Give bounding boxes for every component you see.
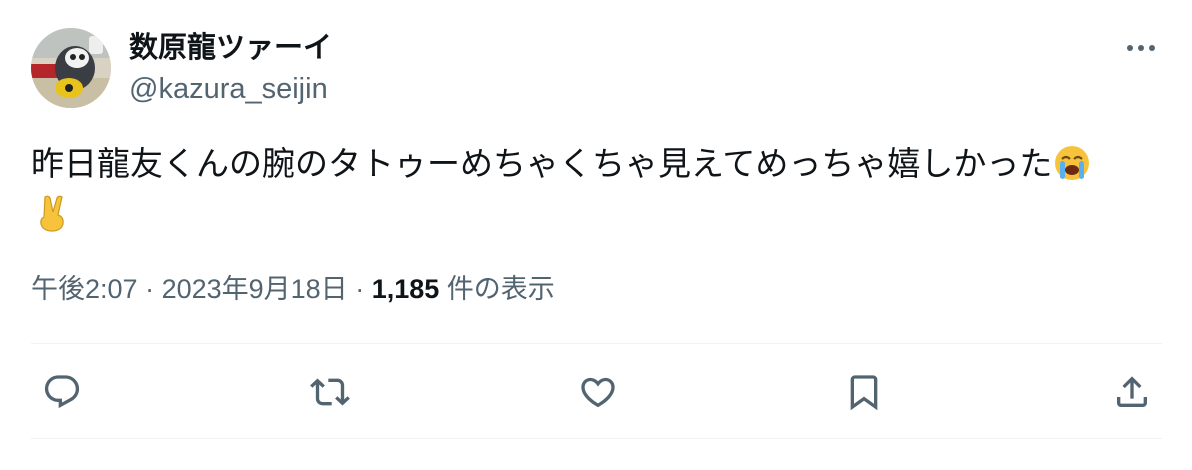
meta-separator: ·	[347, 274, 372, 304]
tweet-text: 昨日龍友くんの腕のタトゥーめちゃくちゃ見えてめっちゃ嬉しかった	[31, 140, 1141, 196]
divider	[31, 343, 1162, 344]
retweet-icon	[310, 378, 350, 406]
avatar[interactable]	[31, 28, 111, 108]
victory-hand-icon	[35, 193, 71, 238]
reply-button[interactable]	[40, 370, 84, 414]
views-count: 1,185	[371, 274, 440, 304]
tweet-body: 昨日龍友くんの腕のタトゥーめちゃくちゃ見えてめっちゃ嬉しかった	[31, 145, 1053, 182]
tweet-date[interactable]: 2023年9月18日	[162, 274, 348, 304]
retweet-button[interactable]	[308, 370, 352, 414]
tweet-meta: 午後2:07 · 2023年9月18日 · 1,185 件の表示	[31, 271, 555, 307]
tweet-card: 数原龍ツァーイ @kazura_seijin 昨日龍友くんの腕のタトゥーめちゃく…	[0, 0, 1192, 470]
handle[interactable]: @kazura_seijin	[129, 71, 332, 107]
display-name[interactable]: 数原龍ツァーイ	[129, 30, 332, 66]
tweet-time[interactable]: 午後2:07	[31, 274, 138, 304]
more-icon	[1127, 45, 1155, 51]
share-button[interactable]	[1110, 370, 1154, 414]
loudly-crying-face-icon	[1052, 143, 1092, 196]
like-button[interactable]	[576, 370, 620, 414]
divider	[31, 438, 1162, 439]
reply-icon	[44, 375, 80, 409]
like-icon	[581, 377, 615, 408]
meta-separator: ·	[137, 274, 162, 304]
bookmark-button[interactable]	[842, 370, 886, 414]
bookmark-icon	[850, 375, 878, 411]
more-options-button[interactable]	[1124, 36, 1158, 60]
author-block: 数原龍ツァーイ @kazura_seijin	[129, 30, 332, 107]
share-icon	[1117, 376, 1147, 407]
views-label: 件の表示	[439, 274, 555, 304]
